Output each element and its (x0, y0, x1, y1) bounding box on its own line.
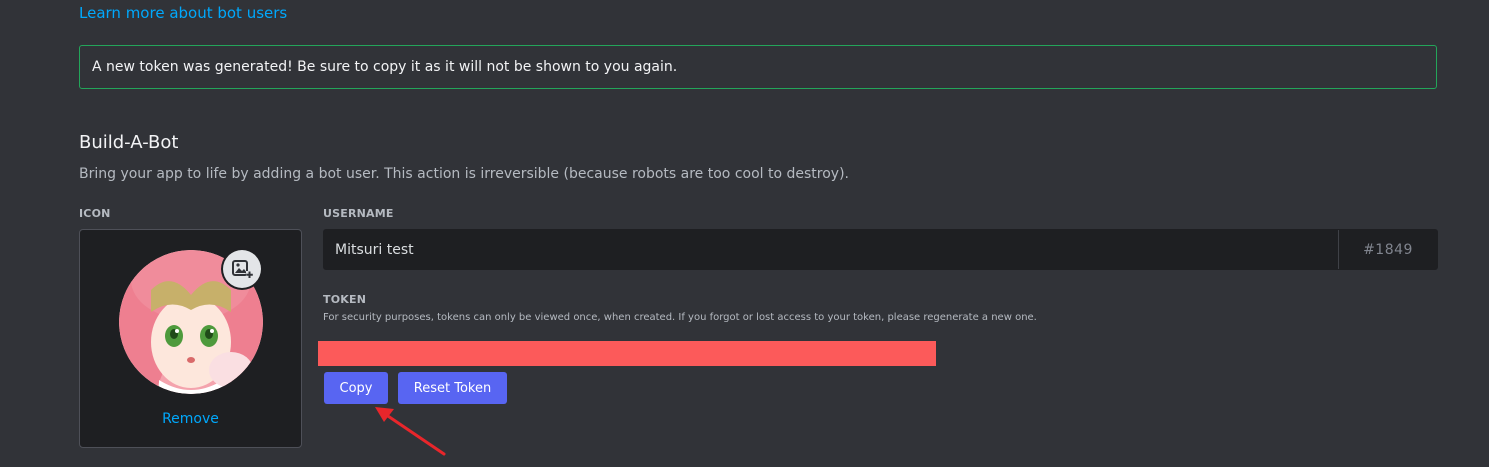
token-redaction (318, 341, 936, 366)
notice-text: A new token was generated! Be sure to co… (92, 59, 678, 75)
icon-uploader[interactable]: Remove (79, 229, 302, 448)
token-help-text: For security purposes, tokens can only b… (323, 312, 1037, 323)
discriminator: #1849 (1338, 230, 1437, 269)
username-label: USERNAME (323, 207, 394, 220)
bot-settings-page: Learn more about bot users A new token w… (0, 0, 1489, 467)
section-title: Build-A-Bot (79, 132, 179, 153)
icon-label: ICON (79, 207, 111, 220)
image-add-icon[interactable] (223, 250, 261, 288)
username-input[interactable] (324, 230, 1338, 269)
token-label: TOKEN (323, 293, 367, 306)
learn-more-link[interactable]: Learn more about bot users (79, 4, 287, 22)
section-description: Bring your app to life by adding a bot u… (79, 166, 849, 182)
username-field[interactable]: #1849 (323, 229, 1438, 270)
annotation-arrow-icon (375, 407, 446, 456)
token-generated-notice: A new token was generated! Be sure to co… (79, 45, 1437, 89)
remove-avatar-link[interactable]: Remove (80, 411, 301, 427)
